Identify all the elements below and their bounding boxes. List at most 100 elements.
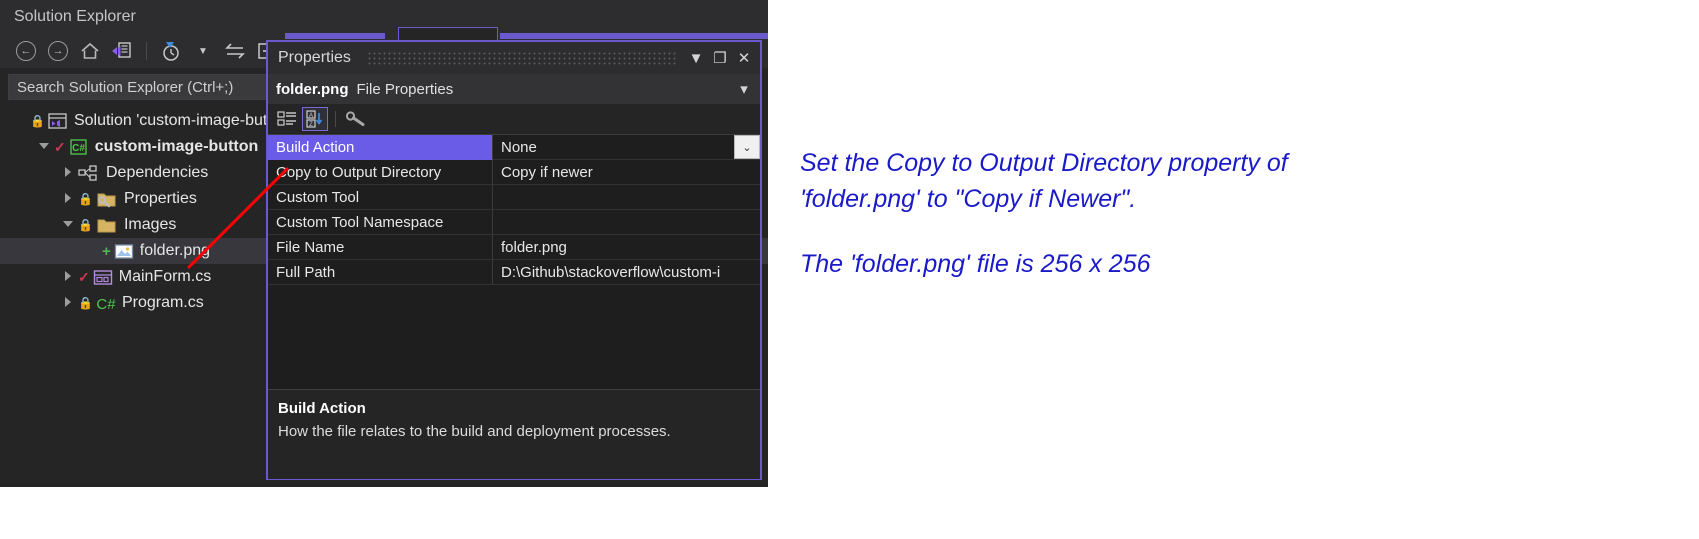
property-row[interactable]: File Name folder.png: [268, 235, 760, 260]
csharp-file-icon: C#: [96, 295, 116, 312]
solution-icon: [48, 113, 68, 129]
tree-item-label: Program.cs: [121, 294, 204, 311]
lock-icon: 🔒: [78, 296, 93, 310]
sync-with-active-document-button[interactable]: [221, 38, 249, 64]
property-name-cell[interactable]: Build Action: [268, 135, 493, 160]
toolbar-separator: [146, 42, 147, 60]
selected-object-name: folder.png: [276, 80, 349, 98]
property-row[interactable]: Custom Tool: [268, 185, 760, 210]
property-value-cell[interactable]: None ⌄: [493, 135, 760, 160]
property-name-cell[interactable]: Full Path: [268, 260, 493, 285]
value-dropdown-button[interactable]: ⌄: [734, 135, 760, 159]
solution-explorer-title-label: Solution Explorer: [14, 8, 136, 25]
chevron-right-icon[interactable]: [62, 192, 76, 206]
filter-dropdown-button[interactable]: ▼: [189, 38, 217, 64]
home-button[interactable]: [76, 38, 104, 64]
dependencies-icon: [78, 165, 100, 181]
tree-item-label: folder.png: [139, 242, 211, 259]
source-control-checkmark-icon: ✓: [78, 268, 90, 285]
property-value-cell[interactable]: Copy if newer: [493, 160, 760, 185]
added-file-plus-icon: +: [102, 242, 111, 260]
properties-toolbar-separator: [335, 111, 336, 127]
clock-icon: [163, 42, 179, 61]
tab-stub-active[interactable]: [398, 27, 498, 40]
annotation-line-2: 'folder.png' to "Copy if Newer".: [800, 185, 1137, 214]
drag-handle[interactable]: [366, 51, 678, 65]
lock-icon: 🔒: [30, 114, 45, 128]
categorized-button[interactable]: [274, 107, 300, 131]
chevron-down-icon: ▼: [198, 45, 208, 57]
image-file-icon: [114, 243, 134, 260]
svg-text:Z: Z: [309, 122, 313, 128]
property-value-cell[interactable]: [493, 210, 760, 235]
annotation-line-1: Set the Copy to Output Directory propert…: [800, 149, 1288, 177]
tree-expander-placeholder: [86, 244, 100, 258]
property-value-label: D:\Github\stackoverflow\custom-i: [501, 263, 721, 281]
property-value-cell[interactable]: folder.png: [493, 235, 760, 260]
property-description-pane: Build Action How the file relates to the…: [268, 389, 760, 479]
lock-icon: 🔒: [78, 218, 93, 232]
csharp-project-icon: C#: [69, 139, 89, 155]
property-row[interactable]: Build Action None ⌄: [268, 135, 760, 160]
properties-title-bar[interactable]: Properties ▼ ❐ ✕: [268, 42, 760, 74]
forward-button[interactable]: →: [44, 38, 72, 64]
property-name-label: Build Action: [276, 138, 355, 156]
tree-item-label: Solution 'custom-image-but: [73, 112, 268, 129]
svg-text:C#: C#: [72, 143, 85, 154]
switch-views-button[interactable]: [108, 38, 136, 64]
lock-icon: 🔒: [78, 192, 93, 206]
property-name-cell[interactable]: Copy to Output Directory: [268, 160, 493, 185]
property-value-label: Copy if newer: [501, 163, 593, 181]
property-row[interactable]: Copy to Output Directory Copy if newer: [268, 160, 760, 185]
tree-item-label: Images: [123, 216, 177, 233]
chevron-down-icon[interactable]: [62, 218, 76, 232]
back-icon: ←: [16, 41, 36, 61]
alphabetical-sort-button[interactable]: A Z: [302, 107, 328, 131]
window-menu-dropdown-button[interactable]: ▼: [684, 46, 708, 70]
source-control-checkmark-icon: ✓: [54, 138, 66, 155]
property-name-cell[interactable]: File Name: [268, 235, 493, 260]
svg-text:C#: C#: [96, 296, 116, 312]
chevron-right-icon[interactable]: [62, 270, 76, 284]
property-name-label: Copy to Output Directory: [276, 163, 442, 181]
solution-explorer-title: Solution Explorer: [0, 0, 768, 34]
sort-az-icon: A Z: [306, 110, 323, 128]
maximize-button[interactable]: ❐: [708, 46, 732, 70]
annotation-line-3: The 'folder.png' file is 256 x 256: [800, 249, 1151, 278]
selected-object-kind: File Properties: [356, 80, 454, 98]
tree-item-label: Dependencies: [106, 164, 209, 181]
description-text: How the file relates to the build and de…: [278, 423, 671, 440]
properties-folder-icon: [96, 191, 118, 208]
properties-object-selector[interactable]: folder.png File Properties ▾: [268, 74, 760, 104]
property-grid: Build Action None ⌄ Copy to Output Director…: [268, 134, 760, 285]
pending-changes-filter-button[interactable]: [157, 38, 185, 64]
tree-item-label: MainForm.cs: [118, 268, 212, 285]
categorized-icon: [277, 111, 296, 126]
tree-item-label: Properties: [123, 190, 197, 207]
back-button[interactable]: ←: [12, 38, 40, 64]
tree-expander-placeholder: [14, 114, 28, 128]
property-value-label: folder.png: [501, 238, 567, 256]
property-grid-empty-area: [268, 285, 760, 389]
close-button[interactable]: ✕: [732, 46, 756, 70]
property-name-label: File Name: [276, 238, 345, 256]
property-name-label: Custom Tool Namespace: [276, 213, 444, 231]
annotation-text: Set the Copy to Output Directory propert…: [800, 145, 1500, 282]
chevron-right-icon[interactable]: [62, 166, 76, 180]
switch-views-icon: [112, 42, 131, 58]
property-name-cell[interactable]: Custom Tool Namespace: [268, 210, 493, 235]
sync-icon: [225, 43, 245, 59]
property-value-cell[interactable]: [493, 185, 760, 210]
property-row[interactable]: Full Path D:\Github\stackoverflow\custom-…: [268, 260, 760, 285]
tab-stub-right[interactable]: [500, 33, 768, 39]
properties-window: Properties ▼ ❐ ✕ folder.png File Propert…: [266, 40, 762, 480]
property-value-cell[interactable]: D:\Github\stackoverflow\custom-i: [493, 260, 760, 285]
property-name-cell[interactable]: Custom Tool: [268, 185, 493, 210]
chevron-right-icon[interactable]: [62, 296, 76, 310]
tab-stub-left[interactable]: [285, 33, 385, 39]
property-row[interactable]: Custom Tool Namespace: [268, 210, 760, 235]
form-icon: [93, 269, 113, 286]
object-selector-chevron-down-icon[interactable]: ▾: [732, 77, 756, 101]
chevron-down-icon[interactable]: [38, 140, 52, 154]
properties-page-button[interactable]: [343, 107, 369, 131]
